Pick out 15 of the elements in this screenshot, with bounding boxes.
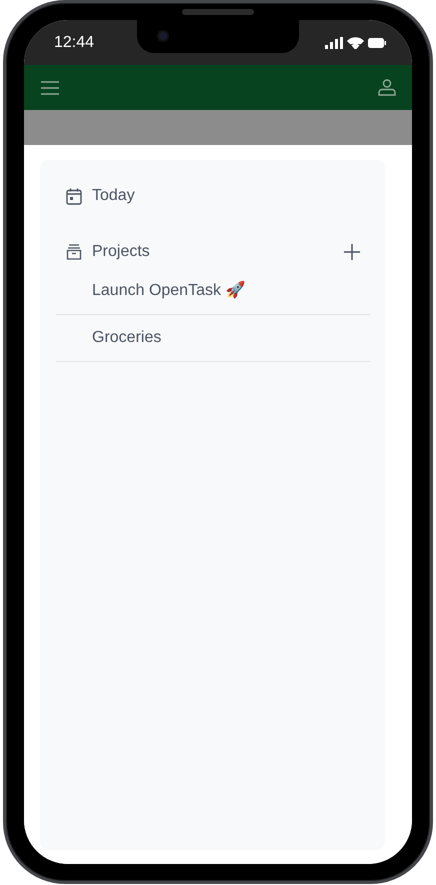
signal-icon: [325, 36, 343, 48]
projects-heading: Projects: [92, 242, 150, 262]
speaker-grille: [182, 9, 254, 15]
today-link[interactable]: Today: [92, 184, 135, 208]
battery-icon: [368, 38, 386, 48]
archive-icon: [66, 244, 82, 260]
wifi-icon: [347, 36, 364, 49]
menu-icon[interactable]: [40, 80, 60, 94]
user-icon[interactable]: [378, 79, 396, 96]
add-project-button[interactable]: [344, 244, 360, 260]
project-item[interactable]: Groceries: [56, 315, 370, 362]
status-time: 12:44: [54, 32, 94, 52]
calendar-icon: [66, 188, 82, 204]
project-item[interactable]: Launch OpenTask 🚀: [56, 268, 370, 315]
plus-icon: [344, 244, 360, 260]
